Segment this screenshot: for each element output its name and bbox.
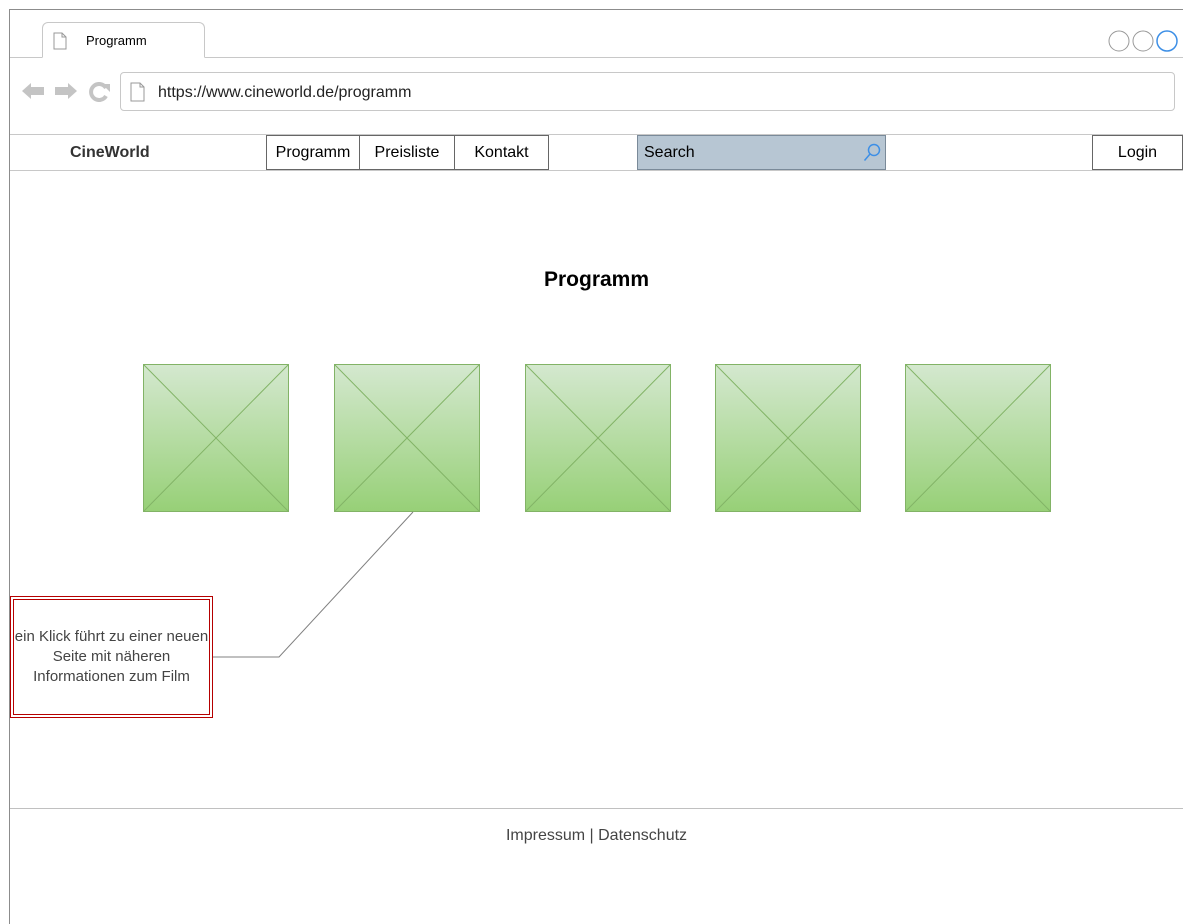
window-control-icon — [1108, 30, 1130, 52]
reload-icon[interactable] — [89, 82, 111, 102]
nav-preisliste-button[interactable]: Preisliste — [359, 135, 455, 170]
page-title: Programm — [543, 268, 650, 291]
movie-poster-2[interactable] — [334, 364, 480, 512]
search-input[interactable]: Search — [637, 135, 886, 170]
url-text: https://www.cineworld.de/programm — [158, 84, 412, 101]
address-bar-row: https://www.cineworld.de/programm — [10, 58, 1183, 135]
nav-programm-button[interactable]: Programm — [266, 135, 360, 170]
window-control-icon — [1132, 30, 1154, 52]
document-icon — [130, 82, 145, 102]
search-placeholder: Search — [644, 144, 695, 161]
tab-title: Programm — [86, 33, 147, 48]
search-icon[interactable] — [863, 143, 881, 163]
footer-links[interactable]: Impressum | Datenschutz — [10, 827, 1183, 845]
annotation-text: ein Klick führt zu einer neuen Seite mit… — [13, 599, 210, 715]
back-arrow-icon[interactable] — [21, 82, 45, 100]
movie-poster-1[interactable] — [143, 364, 289, 512]
footer-divider — [10, 808, 1183, 809]
window-control-icon — [1156, 30, 1178, 52]
movie-poster-3[interactable] — [525, 364, 671, 512]
document-icon — [53, 32, 67, 50]
movie-poster-4[interactable] — [715, 364, 861, 512]
site-logo[interactable]: CineWorld — [70, 144, 150, 162]
login-button[interactable]: Login — [1092, 135, 1183, 170]
site-navbar: CineWorld Programm Preisliste Kontakt Se… — [10, 135, 1183, 171]
browser-tab[interactable]: Programm — [42, 22, 205, 58]
url-input[interactable]: https://www.cineworld.de/programm — [120, 72, 1175, 111]
movie-poster-5[interactable] — [905, 364, 1051, 512]
nav-kontakt-button[interactable]: Kontakt — [454, 135, 549, 170]
window-controls[interactable] — [1108, 30, 1183, 54]
annotation-note: ein Klick führt zu einer neuen Seite mit… — [10, 596, 213, 718]
forward-arrow-icon[interactable] — [54, 82, 78, 100]
tab-bar: Programm — [10, 10, 1183, 58]
